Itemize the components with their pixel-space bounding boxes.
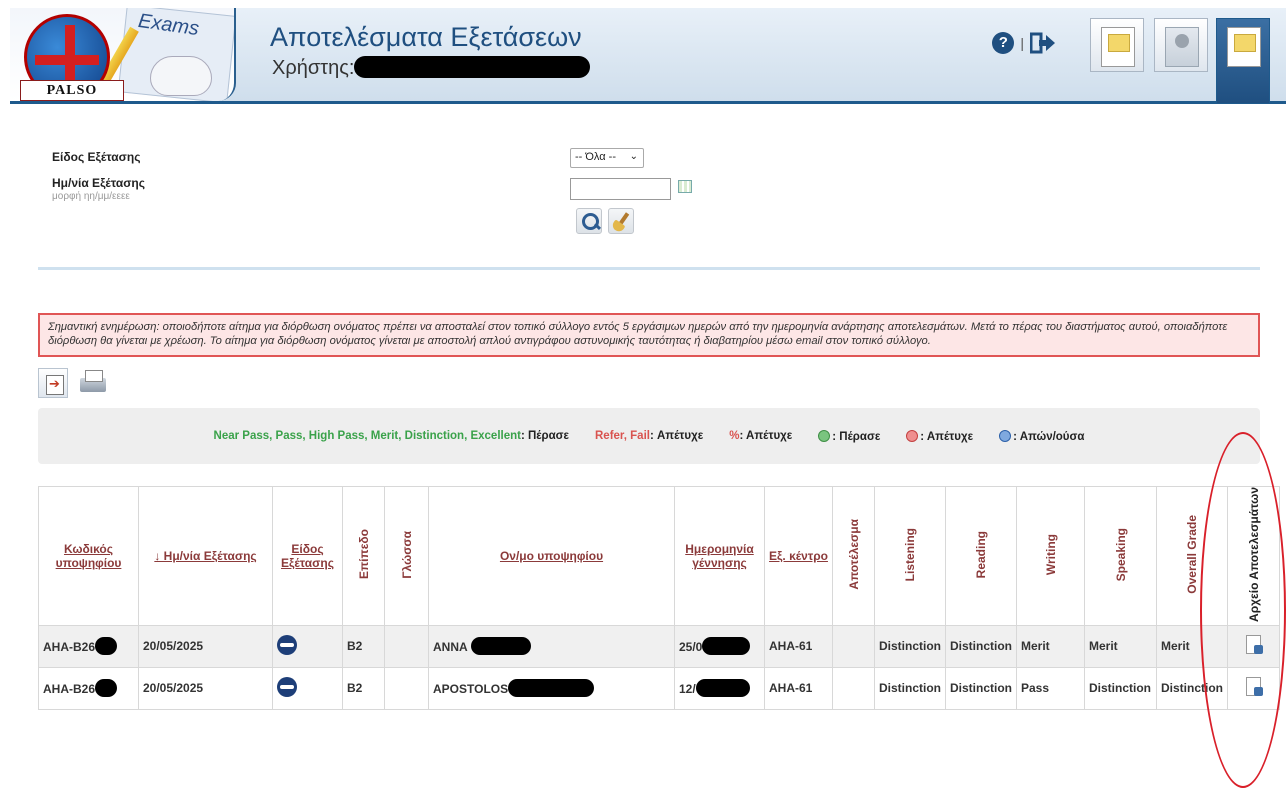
legend-fail: Refer, Fail: Απέτυχε [595, 430, 704, 442]
col-header-level[interactable]: Επίπεδο [342, 486, 385, 626]
cell-result [832, 666, 875, 710]
cell-overall: Merit [1156, 624, 1228, 668]
absent-clock-icon [999, 429, 1012, 442]
redacted-code [95, 679, 118, 698]
cell-code: AHA-B26 [38, 624, 139, 668]
exam-date-label: Ημ/νία Εξέτασης [52, 176, 145, 190]
cell-birth: 25/0 [674, 624, 765, 668]
exam-date-hint: μορφή ηη/μμ/εεεε [52, 191, 130, 202]
cell-reading: Distinction [945, 624, 1017, 668]
name-correction-notice: Σημαντική ενημέρωση: οποιοδήποτε αίτημα … [38, 313, 1260, 357]
cell-file [1227, 666, 1280, 710]
page-title: Αποτελέσματα Εξετάσεων [270, 22, 582, 52]
fail-x-icon [906, 429, 919, 442]
clear-filters-broom-icon[interactable] [608, 208, 634, 234]
cell-listening: Distinction [874, 666, 946, 710]
col-header-center[interactable]: Εξ. κέντρο [764, 486, 833, 626]
col-header-overall[interactable]: Overall Grade [1156, 486, 1228, 626]
exam-date-input[interactable] [570, 178, 671, 200]
cell-birth: 12/ [674, 666, 765, 710]
cell-listening: Distinction [874, 624, 946, 668]
section-divider [38, 267, 1260, 270]
cell-speaking: Merit [1084, 624, 1157, 668]
table-row: AHA-B26 20/05/2025 B2 ANNA 25/0 AHA-61 D… [38, 624, 1280, 668]
pdf-file-icon[interactable] [1245, 676, 1263, 697]
redacted-code [95, 637, 118, 656]
cell-code: AHA-B26 [38, 666, 139, 710]
logout-icon[interactable] [1030, 32, 1056, 54]
cell-date: 20/05/2025 [138, 666, 273, 710]
col-header-speaking[interactable]: Speaking [1084, 486, 1157, 626]
export-icon[interactable] [38, 368, 68, 398]
header-separator: | [1020, 35, 1024, 51]
cell-result [832, 624, 875, 668]
cell-level: B2 [342, 666, 385, 710]
cell-language [384, 666, 429, 710]
col-header-date[interactable]: ↓ Ημ/νία Εξέτασης [138, 486, 273, 626]
table-header-row: Κωδικός υποψηφίου ↓ Ημ/νία Εξέτασης Είδο… [38, 486, 1280, 626]
redacted-username [354, 56, 591, 78]
col-header-name[interactable]: Ον/μο υποψηφίου [428, 486, 675, 626]
cell-name: APOSTOLOS [428, 666, 675, 710]
cell-center: AHA-61 [764, 666, 833, 710]
table-row: AHA-B26 20/05/2025 B2 APOSTOLOS 12/ AHA-… [38, 666, 1280, 710]
cell-language [384, 624, 429, 668]
col-header-writing[interactable]: Writing [1016, 486, 1085, 626]
cell-date: 20/05/2025 [138, 624, 273, 668]
col-header-reading[interactable]: Reading [945, 486, 1017, 626]
cell-speaking: Distinction [1084, 666, 1157, 710]
pdf-file-icon[interactable] [1245, 634, 1263, 655]
mouse-graphic [150, 56, 212, 96]
header-actions: ? | [992, 32, 1056, 54]
chevron-down-icon: ⌄ [629, 151, 638, 162]
results-table: Κωδικός υποψηφίου ↓ Ημ/νία Εξέτασης Είδο… [38, 486, 1280, 710]
cell-file [1227, 624, 1280, 668]
palso-logo-text: PALSO [20, 80, 124, 101]
exam-type-selected: -- Όλα -- [575, 151, 616, 163]
cell-writing: Pass [1016, 666, 1085, 710]
user-line: Χρήστης: [272, 56, 591, 80]
cell-exam-type [272, 666, 343, 710]
help-icon[interactable]: ? [992, 32, 1015, 54]
legend-icon-pass: : Πέρασε [818, 429, 880, 443]
calendar-icon[interactable] [678, 180, 692, 193]
cell-center: AHA-61 [764, 624, 833, 668]
user-profile-tile-icon[interactable] [1154, 18, 1208, 72]
col-header-exam-type[interactable]: Είδος Εξέτασης [272, 486, 343, 626]
app-header: Exams PALSO Αποτελέσματα Εξετάσεων Χρήστ… [10, 8, 1286, 104]
legend-percent: %: Απέτυχε [729, 430, 793, 442]
col-header-listening[interactable]: Listening [874, 486, 946, 626]
cell-level: B2 [342, 624, 385, 668]
col-header-code[interactable]: Κωδικός υποψηφίου [38, 486, 139, 626]
col-header-file: Αρχείο Αποτελεσμάτων [1227, 486, 1280, 626]
palso-exams-logo[interactable]: Exams PALSO [10, 8, 236, 101]
exam-type-select[interactable]: -- Όλα -- ⌄ [570, 148, 644, 168]
printer-icon[interactable] [78, 368, 108, 398]
legend-icon-absent: : Απών/ούσα [999, 429, 1084, 443]
exam-type-label: Είδος Εξέτασης [52, 150, 141, 164]
cell-writing: Merit [1016, 624, 1085, 668]
redacted-surname [508, 679, 595, 698]
certificate-tile-icon[interactable] [1090, 18, 1144, 72]
exam-board-logo-icon [277, 676, 297, 697]
col-header-language[interactable]: Γλώσσα [384, 486, 429, 626]
redacted-surname [470, 637, 531, 656]
cell-overall: Distinction [1156, 666, 1228, 710]
user-label: Χρήστης: [272, 57, 355, 79]
col-header-result[interactable]: Αποτέλεσμα [832, 486, 875, 626]
cell-exam-type [272, 624, 343, 668]
grades-legend: Near Pass, Pass, High Pass, Merit, Disti… [38, 408, 1260, 464]
pass-check-icon [818, 429, 831, 442]
exam-board-logo-icon [277, 634, 297, 655]
cell-reading: Distinction [945, 666, 1017, 710]
legend-icon-fail: : Απέτυχε [906, 429, 973, 443]
redacted-birthdate [702, 637, 751, 656]
exam-results-tile-icon[interactable] [1216, 18, 1270, 104]
legend-pass: Near Pass, Pass, High Pass, Merit, Disti… [213, 430, 569, 442]
col-header-birth[interactable]: Ημερομηνία γέννησης [674, 486, 765, 626]
search-icon[interactable] [576, 208, 602, 234]
redacted-birthdate [695, 679, 750, 698]
cell-name: ANNA [428, 624, 675, 668]
